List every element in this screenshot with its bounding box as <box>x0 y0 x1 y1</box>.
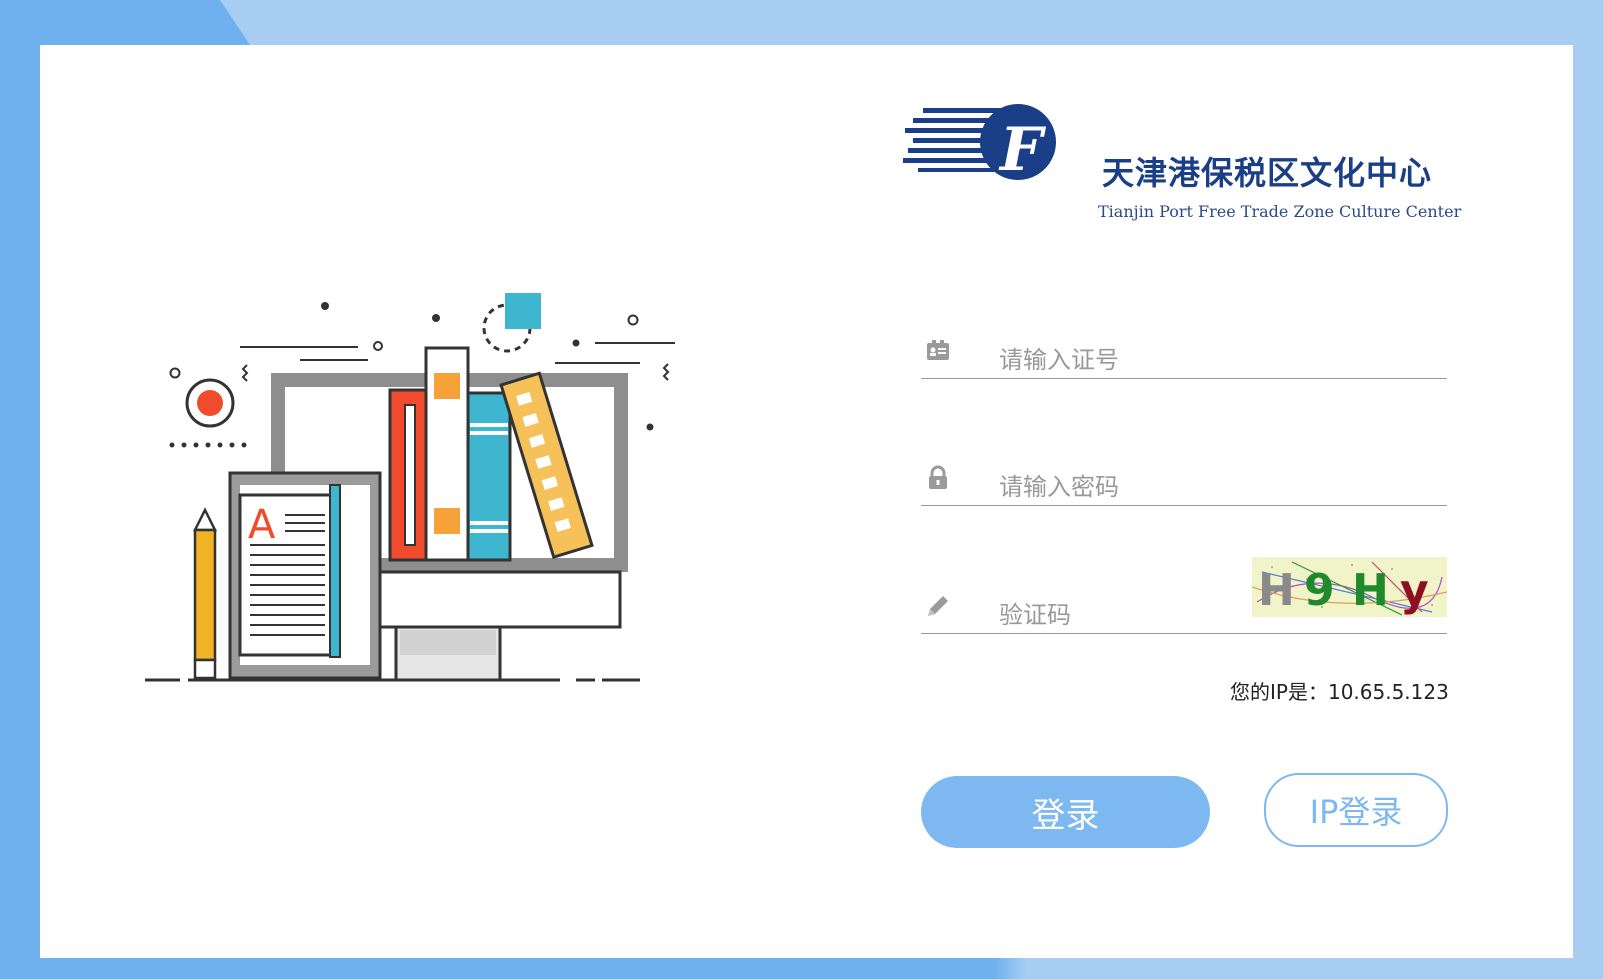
ip-address-text: 您的IP是：10.65.5.123 <box>1230 676 1449 705</box>
document-letter: A <box>248 502 276 548</box>
id-number-field[interactable]: 请输入证号 <box>921 318 1447 379</box>
captcha-char-2: 9 <box>1304 565 1335 616</box>
lock-icon <box>929 465 947 489</box>
ip-login-button[interactable]: IP登录 <box>1264 773 1448 847</box>
captcha-placeholder: 验证码 <box>999 601 1071 629</box>
captcha-char-4: y <box>1400 565 1429 616</box>
id-card-icon <box>927 340 949 360</box>
ip-value: 10.65.5.123 <box>1327 680 1449 704</box>
brand-subtitle: Tianjin Port Free Trade Zone Culture Cen… <box>1098 202 1462 221</box>
password-placeholder: 请输入密码 <box>999 473 1119 501</box>
password-field[interactable]: 请输入密码 <box>921 445 1447 506</box>
captcha-char-1: H <box>1258 565 1295 616</box>
captcha-char-3: H <box>1352 565 1389 616</box>
captcha-image[interactable]: H 9 H y <box>1252 557 1447 617</box>
login-button[interactable]: 登录 <box>921 776 1210 848</box>
ip-label: 您的IP是： <box>1230 680 1328 704</box>
books-computer-illustration: A <box>145 293 675 682</box>
brand-title: 天津港保税区文化中心 <box>1102 154 1433 192</box>
background-bottom-band <box>0 958 1603 979</box>
logo-letter: F <box>998 115 1047 184</box>
id-number-placeholder: 请输入证号 <box>999 346 1119 374</box>
pencil-icon <box>928 596 948 616</box>
